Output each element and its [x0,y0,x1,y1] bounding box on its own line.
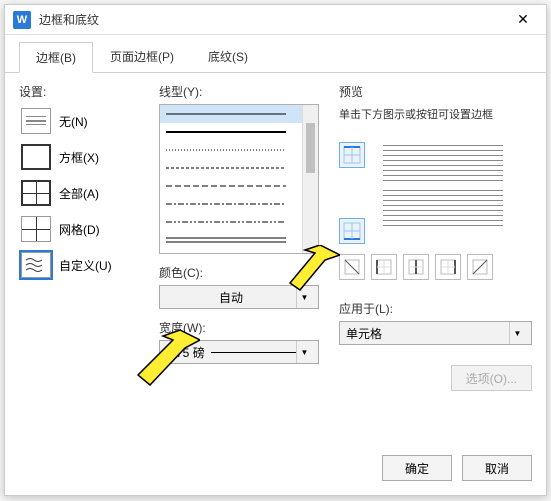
box-icon [21,144,51,170]
preview-cell [383,145,503,185]
setting-all[interactable]: 全部(A) [19,178,149,208]
setting-none[interactable]: 无(N) [19,106,149,136]
setting-grid[interactable]: 网格(D) [19,214,149,244]
preview-label: 预览 [339,83,532,100]
linestyle-item[interactable] [160,177,318,195]
preview-hint: 单击下方图示或按钮可设置边框 [339,106,532,122]
applyto-value: 单元格 [346,325,509,342]
window-title: 边框和底纹 [39,11,508,28]
chevron-down-icon: ▼ [509,322,525,344]
setting-custom[interactable]: 自定义(U) [19,250,149,280]
linestyle-item[interactable] [160,195,318,213]
linestyle-list[interactable] [159,104,319,254]
content: 设置: 无(N) 方框(X) 全部(A) 网格(D) [5,73,546,501]
width-dropdown[interactable]: 0.75 磅 ▼ [159,340,319,364]
grid-icon [21,216,51,242]
setting-label: 全部(A) [59,185,99,202]
linestyle-item[interactable] [160,141,318,159]
tab-bar: 边框(B) 页面边框(P) 底纹(S) [5,35,546,73]
border-bottom-button[interactable] [339,218,365,244]
applyto-label: 应用于(L): [339,300,532,317]
all-icon [21,180,51,206]
settings-label: 设置: [19,83,149,100]
setting-label: 无(N) [59,113,88,130]
linestyle-item[interactable] [160,123,318,141]
tab-borders[interactable]: 边框(B) [19,42,93,73]
tab-shading[interactable]: 底纹(S) [191,41,265,72]
linestyle-label: 线型(Y): [159,83,319,100]
linestyle-scrollbar[interactable] [302,105,318,253]
cancel-button[interactable]: 取消 [462,455,532,481]
border-diag-down-button[interactable] [339,254,365,280]
tab-page-borders[interactable]: 页面边框(P) [93,41,191,72]
width-label: 宽度(W): [159,319,319,336]
chevron-down-icon: ▼ [296,286,312,308]
linestyle-item[interactable] [160,213,318,231]
border-top-button[interactable] [339,142,365,168]
color-dropdown[interactable]: 自动 ▼ [159,285,319,309]
setting-label: 自定义(U) [59,257,112,274]
none-icon [21,108,51,134]
options-button: 选项(O)... [451,365,532,391]
border-inner-v-button[interactable] [403,254,429,280]
preview-canvas [373,132,513,242]
setting-box[interactable]: 方框(X) [19,142,149,172]
applyto-dropdown[interactable]: 单元格 ▼ [339,321,532,345]
width-sample-icon [211,352,296,353]
color-value: 自动 [166,289,296,306]
border-diag-up-button[interactable] [467,254,493,280]
border-right-button[interactable] [435,254,461,280]
app-icon: W [13,11,31,29]
borders-dialog: W 边框和底纹 ✕ 边框(B) 页面边框(P) 底纹(S) 设置: 无(N) 方… [4,4,547,496]
linestyle-item[interactable] [160,231,318,249]
custom-icon [21,252,51,278]
setting-label: 方框(X) [59,149,99,166]
width-value: 0.75 磅 [166,344,205,361]
close-button[interactable]: ✕ [508,5,538,35]
linestyle-item[interactable] [160,105,318,123]
setting-label: 网格(D) [59,221,100,238]
border-left-button[interactable] [371,254,397,280]
color-label: 颜色(C): [159,264,319,281]
ok-button[interactable]: 确定 [382,455,452,481]
preview-cell [383,190,503,230]
linestyle-item[interactable] [160,159,318,177]
chevron-down-icon: ▼ [296,341,312,363]
titlebar: W 边框和底纹 ✕ [5,5,546,35]
